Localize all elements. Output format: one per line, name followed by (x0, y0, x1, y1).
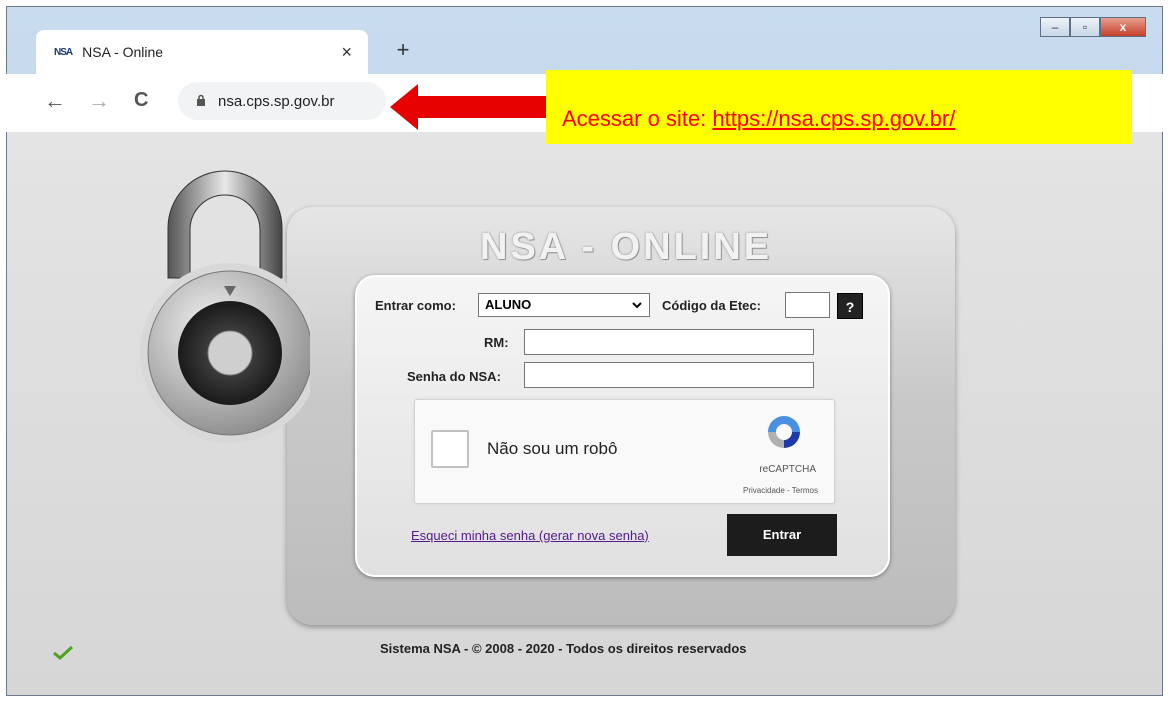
new-tab-button[interactable]: + (388, 36, 418, 66)
rm-label: RM: (484, 335, 509, 350)
browser-tab[interactable]: NSA NSA - Online × (36, 30, 368, 74)
recaptcha-widget: Não sou um robô reCAPTCHA Privacidade - … (414, 399, 835, 504)
lock-icon (196, 94, 206, 109)
password-label: Senha do NSA: (407, 369, 501, 384)
footer-copyright: Sistema NSA - © 2008 - 2020 - Todos os d… (380, 641, 747, 656)
reload-icon[interactable]: C (134, 89, 148, 112)
forward-arrow-icon[interactable]: → (88, 88, 110, 114)
favicon-icon: NSA (54, 46, 73, 58)
nsa-online-title: NSA - ONLINE (480, 226, 773, 268)
instruction-callout: Acessar o site: https://nsa.cps.sp.gov.b… (546, 70, 1132, 144)
padlock-icon (140, 170, 310, 443)
checkmark-icon (53, 645, 74, 660)
window-controls: – ▫ x (1040, 17, 1146, 37)
rm-input[interactable] (524, 329, 814, 355)
tab-close-icon[interactable]: × (341, 42, 352, 63)
recaptcha-privacy-terms[interactable]: Privacidade - Termos (743, 486, 818, 495)
callout-text: Acessar o site: (562, 106, 713, 131)
callout-link[interactable]: https://nsa.cps.sp.gov.br/ (712, 106, 955, 131)
url-text: nsa.cps.sp.gov.br (218, 92, 335, 110)
enter-as-label: Entrar como: (375, 298, 456, 313)
password-input[interactable] (524, 362, 814, 388)
recaptcha-checkbox[interactable] (431, 430, 469, 468)
etec-code-input[interactable] (785, 292, 830, 318)
tab-title: NSA - Online (82, 44, 164, 60)
etec-code-label: Código da Etec: (662, 298, 761, 313)
chevron-down-icon (631, 294, 643, 324)
help-button[interactable]: ? (837, 293, 863, 319)
back-arrow-icon[interactable]: ← (44, 88, 66, 114)
recaptcha-brand: reCAPTCHA (759, 464, 816, 475)
close-window-button[interactable]: x (1100, 17, 1146, 37)
recaptcha-label: Não sou um robô (487, 439, 618, 458)
forgot-password-link[interactable]: Esqueci minha senha (gerar nova senha) (411, 528, 649, 543)
enter-button[interactable]: Entrar (727, 514, 837, 556)
maximize-button[interactable]: ▫ (1070, 17, 1100, 37)
address-bar[interactable]: nsa.cps.sp.gov.br (178, 82, 386, 120)
enter-as-value: ALUNO (485, 297, 532, 312)
recaptcha-logo-icon (768, 416, 800, 448)
red-arrow-icon (388, 82, 558, 132)
enter-as-select[interactable]: ALUNO (478, 293, 650, 317)
minimize-button[interactable]: – (1040, 17, 1070, 37)
